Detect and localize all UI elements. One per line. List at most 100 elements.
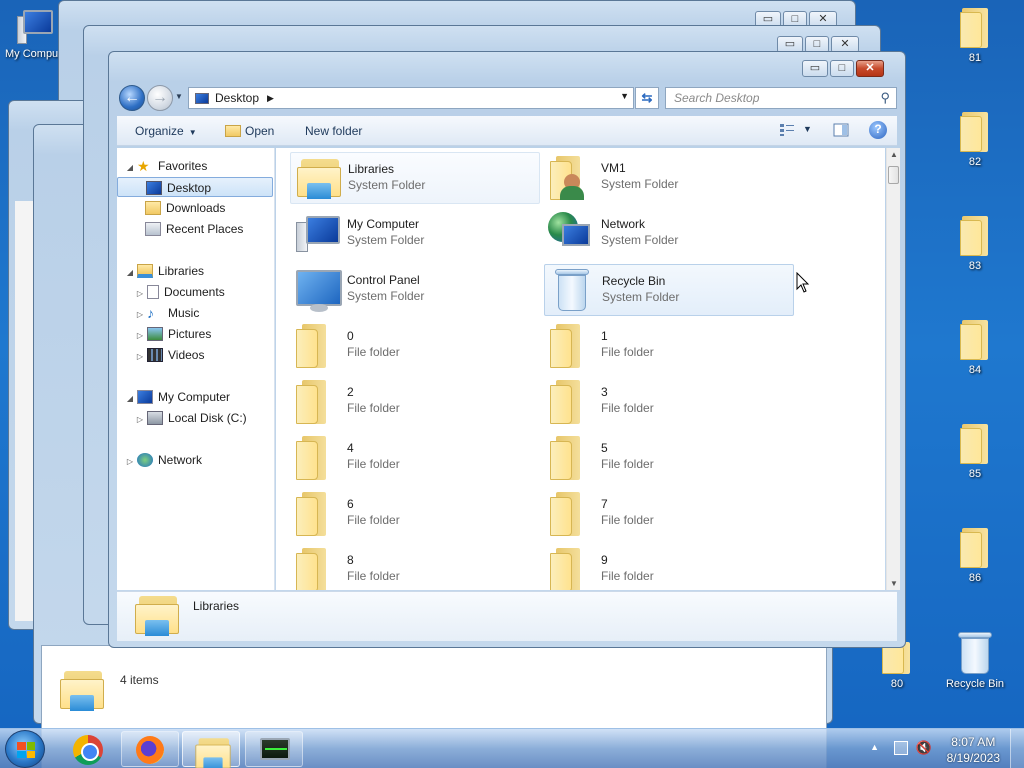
start-button[interactable] [5,730,45,768]
nav-network[interactable]: ▷ Network [125,450,202,470]
item-name: 6 [347,497,354,511]
file-item-my-computer[interactable]: My Computer System Folder [290,208,540,260]
nav-downloads[interactable]: Downloads [145,198,225,218]
expand-arrow-icon[interactable]: ▷ [135,326,145,346]
search-icon[interactable]: ⚲ [880,88,890,108]
vertical-scrollbar[interactable]: ▲ ▼ [886,148,900,590]
file-item-folder-7[interactable]: 7 File folder [544,488,794,540]
nav-my-computer[interactable]: ◢ My Computer [125,387,230,407]
show-desktop-button[interactable] [1010,729,1024,768]
music-icon: ♪ [147,305,154,321]
recent-places-icon [145,222,161,236]
nav-music[interactable]: ▷ ♪ Music [135,303,199,323]
item-name: VM1 [601,161,626,175]
system-clock[interactable]: 8:07 AM 8/19/2023 [947,734,1000,766]
downloads-icon [145,201,161,215]
folder-icon [550,492,586,536]
forward-button[interactable]: → [147,85,173,111]
breadcrumb-chevron-icon[interactable]: ▶ [267,93,274,104]
expand-arrow-icon[interactable]: ▷ [135,347,145,367]
nav-favorites[interactable]: ◢ ★ Favorites [125,156,207,176]
nav-desktop[interactable]: Desktop [117,177,273,197]
organize-button[interactable]: Organize ▼ [135,124,197,138]
show-hidden-icons[interactable]: ▲ [870,742,879,752]
file-item-libraries[interactable]: Libraries System Folder [290,152,540,204]
nav-documents[interactable]: ▷ Documents [135,282,225,302]
desktop-icon-folder-85[interactable]: 85 [940,424,1010,480]
file-item-folder-6[interactable]: 6 File folder [290,488,540,540]
file-item-control-panel[interactable]: Control Panel System Folder [290,264,540,316]
nav-videos[interactable]: ▷ Videos [135,345,204,365]
file-item-folder-3[interactable]: 3 File folder [544,376,794,428]
scroll-down-arrow-icon[interactable]: ▼ [890,579,898,588]
clock-date: 8/19/2023 [946,751,1000,765]
desktop-icon-folder-84[interactable]: 84 [940,320,1010,376]
scroll-up-arrow-icon[interactable]: ▲ [890,150,898,159]
nav-label: Documents [164,285,225,299]
file-item-folder-1[interactable]: 1 File folder [544,320,794,372]
change-view-icon[interactable] [779,123,795,137]
minimize-button[interactable]: ▭ [802,60,828,77]
file-item-network[interactable]: Network System Folder [544,208,794,260]
new-folder-button[interactable]: New folder [305,124,362,138]
desktop-icon-folder-80[interactable]: 80 [862,642,932,690]
file-item-folder-5[interactable]: 5 File folder [544,432,794,484]
address-bar[interactable]: Desktop ▶ ▼ [188,87,634,109]
back-button[interactable]: ← [119,85,145,111]
address-dropdown-icon[interactable]: ▼ [620,91,629,101]
recent-pages-dropdown[interactable]: ▼ [175,92,183,101]
nav-local-disk[interactable]: ▷ Local Disk (C:) [135,408,247,428]
nav-pictures[interactable]: ▷ Pictures [135,324,211,344]
expand-arrow-icon[interactable]: ▷ [135,410,145,430]
expand-arrow-icon[interactable]: ◢ [125,158,135,178]
file-item-vm1[interactable]: VM1 System Folder [544,152,794,204]
file-item-folder-4[interactable]: 4 File folder [290,432,540,484]
item-name: 7 [601,497,608,511]
file-item-folder-2[interactable]: 2 File folder [290,376,540,428]
taskbar-task-manager[interactable] [245,731,303,767]
preview-pane-icon[interactable] [833,123,849,137]
desktop-icon-folder-81[interactable]: 81 [940,8,1010,64]
close-button[interactable]: ✕ [856,60,884,77]
network-tray-icon[interactable] [894,741,908,755]
expand-arrow-icon[interactable]: ◢ [125,263,135,283]
file-item-folder-9[interactable]: 9 File folder [544,544,794,590]
expand-arrow-icon[interactable]: ▷ [135,305,145,325]
nav-label: Favorites [158,159,208,173]
desktop-icon-my-computer[interactable]: My Compu [5,10,65,60]
taskbar-chrome[interactable] [60,731,118,767]
scrollbar-thumb[interactable] [888,166,899,184]
desktop-icon-recycle-bin[interactable]: Recycle Bin [940,632,1010,690]
item-type: File folder [347,569,400,583]
maximize-button[interactable]: □ [830,60,854,77]
explorer-window[interactable]: ▭ □ ✕ ← → ▼ Desktop ▶ ▼ ⇆ Search Desktop… [108,51,906,648]
refresh-button[interactable]: ⇆ [635,87,659,109]
file-item-folder-0[interactable]: 0 File folder [290,320,540,372]
nav-libraries[interactable]: ◢ Libraries [125,261,204,281]
file-item-folder-8[interactable]: 8 File folder [290,544,540,590]
file-item-recycle-bin[interactable]: Recycle Bin System Folder [544,264,794,316]
open-button[interactable]: Open [225,124,274,138]
expand-arrow-icon[interactable]: ▷ [135,284,145,304]
nav-label: Downloads [166,201,226,215]
nav-label: Network [158,453,203,467]
item-name: Recycle Bin [602,274,666,288]
volume-muted-icon[interactable]: 🔇 [916,740,932,756]
expand-arrow-icon[interactable]: ◢ [125,389,135,409]
desktop-icon-folder-82[interactable]: 82 [940,112,1010,168]
folder-icon [960,112,990,152]
taskbar-windows-explorer[interactable] [182,731,240,768]
nav-recent-places[interactable]: Recent Places [145,219,243,239]
desktop-icon-folder-83[interactable]: 83 [940,216,1010,272]
desktop-icon-label: 83 [968,260,982,272]
search-input[interactable]: Search Desktop ⚲ [665,87,897,109]
star-icon: ★ [137,158,150,174]
taskbar-firefox[interactable] [121,731,179,767]
address-location[interactable]: Desktop [215,91,259,105]
status-text: 4 items [120,673,159,687]
item-type: File folder [347,345,400,359]
desktop-icon-folder-86[interactable]: 86 [940,528,1010,584]
view-options-dropdown[interactable]: ▼ [803,124,812,134]
expand-arrow-icon[interactable]: ▷ [125,452,135,472]
help-icon[interactable]: ? [869,121,887,139]
